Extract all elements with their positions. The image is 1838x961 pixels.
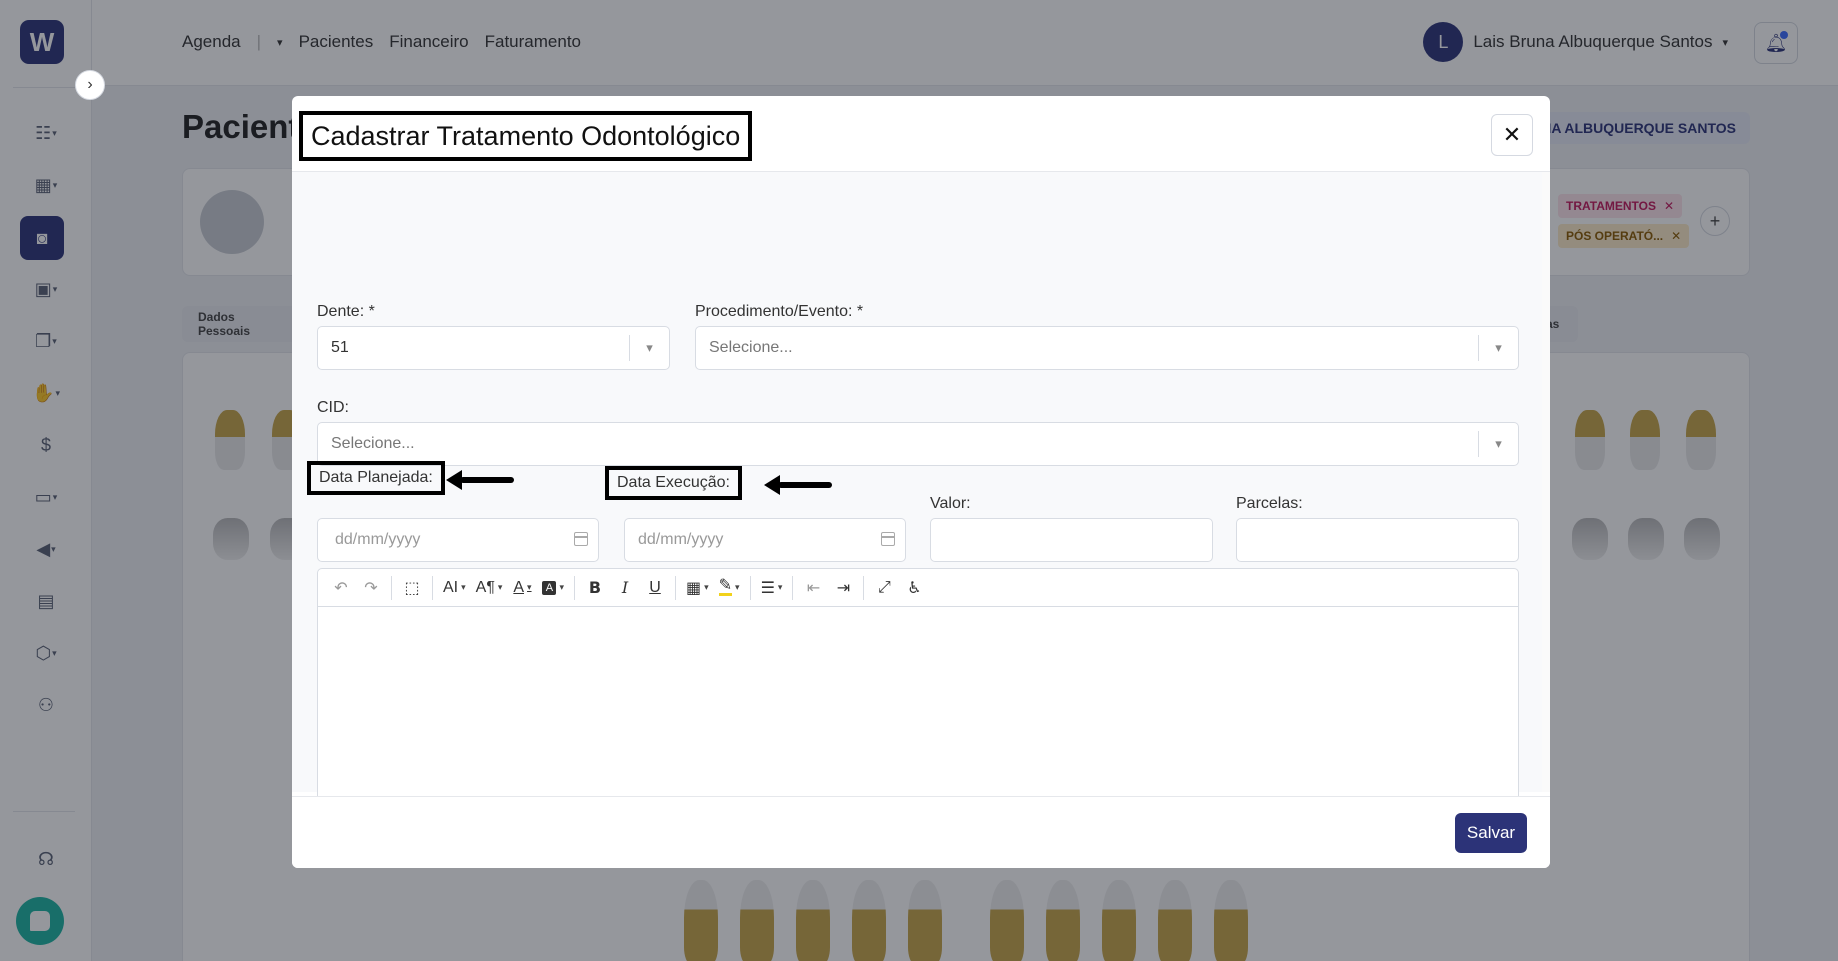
parcelas-input[interactable]: [1236, 518, 1519, 562]
modal-scrollbar[interactable]: [1542, 172, 1550, 792]
accessibility-icon: ♿︎: [907, 579, 922, 597]
indent-icon: ⇥: [836, 579, 851, 597]
chevron-down-icon: ▾: [461, 582, 466, 592]
table-button[interactable]: ▦ ▾: [683, 574, 712, 602]
cid-select[interactable]: Selecione... ▾: [317, 422, 1519, 466]
chevron-down-icon: ▾: [1478, 335, 1518, 361]
close-button[interactable]: ✕: [1491, 114, 1533, 156]
paragraph-icon: A¶: [475, 578, 495, 596]
toolbar-separator: [749, 575, 751, 600]
parcelas-label: Parcelas:: [1236, 495, 1303, 512]
chevron-down-icon: ▾: [559, 582, 564, 592]
calendar-icon[interactable]: [881, 532, 895, 546]
modal-header: Cadastrar Tratamento Odontológico ✕: [292, 96, 1550, 172]
annotation-arrow: [764, 475, 832, 495]
annotation-arrow: [446, 470, 514, 490]
select-all-button[interactable]: ⬚: [399, 574, 425, 602]
toolbar-separator: [674, 575, 676, 600]
table-icon: ▦: [685, 579, 702, 597]
outdent-icon: ⇤: [806, 579, 821, 597]
valor-label: Valor:: [930, 495, 971, 512]
cid-label: CID:: [317, 399, 349, 416]
underline-button[interactable]: U: [642, 574, 668, 602]
underline-icon: U: [649, 578, 661, 596]
chevron-down-icon: ▾: [704, 582, 709, 592]
toolbar-separator: [391, 575, 392, 600]
data-planejada-input[interactable]: dd/mm/yyyy: [317, 518, 599, 562]
font-size-button[interactable]: AI ▾: [440, 574, 469, 602]
background-color-button[interactable]: A ▾: [539, 574, 567, 602]
chevron-down-icon: ▾: [629, 335, 669, 361]
expand-icon: ⤢: [878, 578, 891, 596]
align-button[interactable]: ☰ ▾: [758, 574, 786, 602]
italic-icon: I: [621, 578, 629, 597]
toolbar-separator: [573, 575, 575, 600]
procedimento-label: Procedimento/Evento: *: [695, 303, 864, 320]
bold-icon: B: [588, 578, 602, 597]
redo-icon: ↷: [364, 579, 378, 597]
calendar-icon[interactable]: [574, 532, 588, 546]
undo-button[interactable]: ↶: [328, 574, 354, 602]
treatment-modal: Cadastrar Tratamento Odontológico ✕ Dent…: [292, 96, 1550, 868]
editor-toolbar: ↶ ↷ ⬚ AI ▾ A¶ ▾ A ▾ A ▾ B I U ▦ ▾ ✎ ▾ ☰ ▾ ⇤: [318, 569, 1518, 607]
close-icon: ✕: [1502, 122, 1522, 147]
procedimento-select[interactable]: Selecione... ▾: [695, 326, 1519, 370]
font-color-button[interactable]: A ▾: [509, 574, 535, 602]
chevron-down-icon: ▾: [1478, 431, 1518, 457]
fullscreen-button[interactable]: ⤢: [871, 574, 897, 602]
modal-title: Cadastrar Tratamento Odontológico: [299, 111, 753, 161]
data-execucao-input[interactable]: dd/mm/yyyy: [624, 518, 906, 562]
redo-button[interactable]: ↷: [358, 574, 384, 602]
bold-button[interactable]: B: [582, 574, 608, 602]
toolbar-separator: [792, 575, 794, 600]
background-color-icon: A: [542, 580, 557, 595]
dente-label: Dente: *: [317, 303, 375, 320]
font-size-icon: AI: [443, 578, 459, 596]
valor-input[interactable]: [930, 518, 1213, 562]
data-execucao-label: Data Execução:: [605, 466, 742, 500]
data-planejada-label: Data Planejada:: [307, 461, 445, 495]
toolbar-separator: [432, 575, 433, 600]
modal-footer: Salvar: [292, 796, 1550, 868]
chevron-down-icon: ▾: [497, 582, 503, 592]
chevron-down-icon: ▾: [777, 582, 783, 592]
font-color-icon: A: [513, 578, 525, 596]
toolbar-separator: [863, 575, 865, 600]
accessibility-button[interactable]: ♿︎: [901, 574, 927, 602]
paragraph-button[interactable]: A¶ ▾: [473, 574, 506, 602]
undo-icon: ↶: [334, 579, 348, 597]
chevron-right-icon: ›: [87, 76, 93, 93]
sidebar-toggle[interactable]: ›: [75, 70, 105, 100]
chevron-down-icon: ▾: [527, 582, 532, 592]
save-button[interactable]: Salvar: [1455, 813, 1527, 853]
outdent-button[interactable]: ⇤: [800, 574, 826, 602]
chevron-down-icon: ▾: [735, 582, 740, 592]
italic-button[interactable]: I: [612, 574, 638, 602]
highlighter-icon: ✎: [718, 577, 733, 596]
select-all-icon: ⬚: [404, 579, 420, 597]
align-left-icon: ☰: [760, 579, 775, 597]
dente-select[interactable]: 51 ▾: [317, 326, 670, 370]
modal-body: Dente: * 51 ▾ Procedimento/Evento: * Sel…: [292, 172, 1542, 868]
indent-button[interactable]: ⇥: [830, 574, 856, 602]
highlight-button[interactable]: ✎ ▾: [716, 574, 743, 602]
